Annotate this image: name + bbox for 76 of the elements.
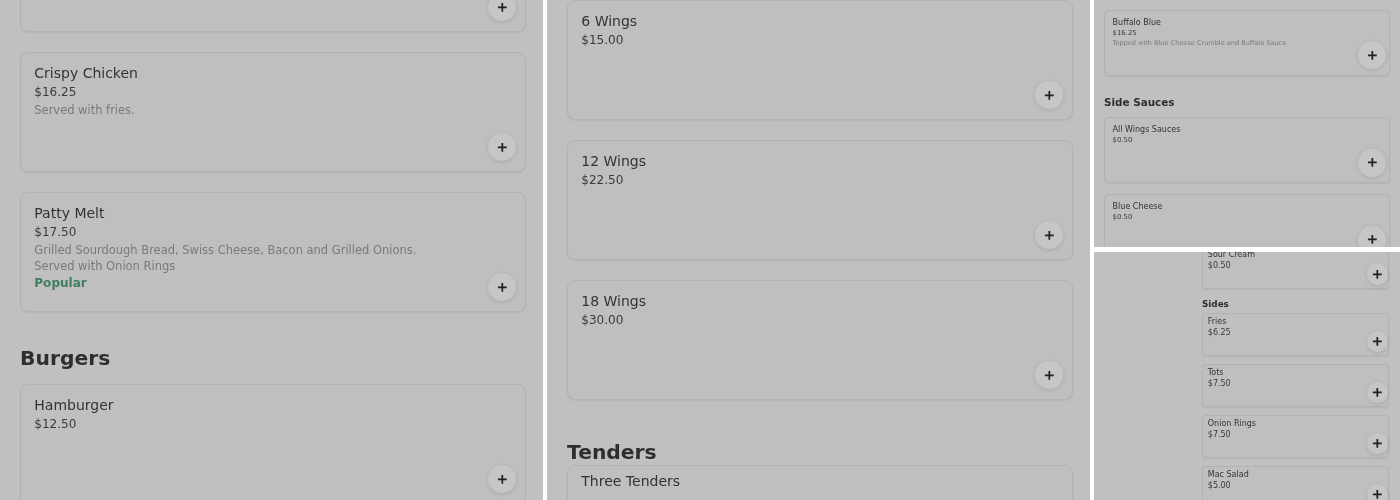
item-name: Patty Melt	[34, 203, 106, 223]
menu-item-card[interactable]: Hamburger $12.50	[20, 384, 526, 500]
plus-icon	[496, 140, 509, 154]
item-name: All Wings Sauces	[1112, 124, 1182, 136]
add-button[interactable]	[1358, 41, 1387, 70]
plus-icon	[1365, 233, 1379, 246]
menu-item-card[interactable]: Three Tenders	[567, 465, 1073, 500]
menu-item-card[interactable]: 18 Wings $30.00	[567, 280, 1073, 400]
item-name: Tots	[1207, 368, 1225, 379]
item-price: $5.00	[1207, 480, 1232, 492]
item-price: $7.50	[1207, 378, 1232, 390]
item-description: Served with fries.	[34, 101, 136, 118]
section-heading: Tenders	[567, 440, 658, 465]
add-button[interactable]	[1035, 81, 1064, 110]
item-price: $6.25	[1207, 327, 1232, 339]
section-heading: Side Sauces	[1104, 96, 1176, 109]
add-button[interactable]	[488, 133, 517, 162]
section-heading: Sides	[1202, 298, 1230, 309]
menu-item-card[interactable]: 6 Wings $15.00	[567, 0, 1073, 120]
plus-icon	[1370, 335, 1384, 348]
item-name: 12 Wings	[581, 151, 648, 171]
add-button[interactable]	[1366, 483, 1388, 500]
add-button[interactable]	[1358, 148, 1387, 177]
item-description: Grilled Sourdough Bread, Swiss Cheese, Bacon and Grilled Onions.	[34, 241, 418, 258]
item-name: Onion Rings	[1207, 419, 1257, 430]
item-name: Fries	[1207, 317, 1228, 328]
menu-item-card[interactable]: Tots $7.50	[1202, 364, 1389, 408]
item-price: $7.50	[1207, 429, 1232, 441]
add-button[interactable]	[488, 273, 517, 302]
item-name: 18 Wings	[581, 291, 648, 311]
plus-icon	[1365, 49, 1379, 62]
menu-item-card[interactable]: Fries $6.25	[1202, 313, 1389, 357]
item-name: Blue Cheese	[1112, 201, 1164, 213]
plus-icon	[1370, 267, 1384, 281]
plus-icon	[1043, 368, 1056, 382]
item-description: Served with Onion Rings	[34, 257, 177, 274]
item-price: $22.50	[581, 172, 625, 190]
add-button[interactable]	[1366, 330, 1388, 353]
item-name: Mac Salad	[1207, 470, 1250, 481]
plus-icon	[496, 473, 509, 486]
item-name: Buffalo Blue	[1112, 17, 1162, 29]
section-heading: Burgers	[20, 346, 112, 371]
add-button[interactable]	[1358, 225, 1387, 247]
add-button[interactable]	[1366, 432, 1388, 455]
add-button[interactable]	[488, 465, 517, 494]
add-button[interactable]	[1035, 361, 1064, 390]
item-price: $17.50	[34, 224, 78, 242]
item-name: 6 Wings	[581, 11, 639, 31]
item-price: $0.50	[1207, 260, 1232, 271]
menu-item-card[interactable]: Patty Melt $17.50 Grilled Sourdough Bread, Swiss Cheese, Bacon and Grilled Onions. Served with Onion Rings Popular	[20, 192, 526, 312]
item-name: Crispy Chicken	[34, 63, 139, 83]
plus-icon	[1365, 156, 1379, 169]
plus-icon	[1370, 488, 1384, 500]
add-button[interactable]	[1035, 221, 1064, 250]
item-price: $16.25	[34, 84, 78, 102]
item-name: Hamburger	[34, 395, 115, 415]
item-name: Three Tenders	[581, 472, 682, 492]
plus-icon	[1370, 386, 1384, 399]
plus-icon	[496, 0, 509, 14]
add-button[interactable]	[1366, 263, 1388, 285]
plus-icon	[1043, 228, 1056, 242]
menu-item-card[interactable]: Onion Rings $7.50	[1202, 415, 1389, 459]
item-name: Sour Cream	[1207, 252, 1256, 261]
menu-item-card[interactable]: Mac Salad $5.00	[1202, 466, 1389, 500]
plus-icon	[496, 280, 509, 294]
popular-label: Popular	[34, 274, 88, 292]
add-button[interactable]	[1366, 381, 1388, 404]
plus-icon	[1370, 437, 1384, 450]
menu-item-card[interactable]: Crispy Chicken $16.25 Served with fries.	[20, 52, 526, 172]
add-button[interactable]	[488, 0, 517, 22]
plus-icon	[1043, 88, 1056, 102]
menu-item-card[interactable]: 12 Wings $22.50	[567, 140, 1073, 260]
menu-item-card[interactable]: Sour Cream $0.50	[1202, 252, 1389, 289]
item-price: $15.00	[581, 32, 625, 50]
item-price: $12.50	[34, 416, 78, 434]
item-price: $30.00	[581, 312, 625, 330]
